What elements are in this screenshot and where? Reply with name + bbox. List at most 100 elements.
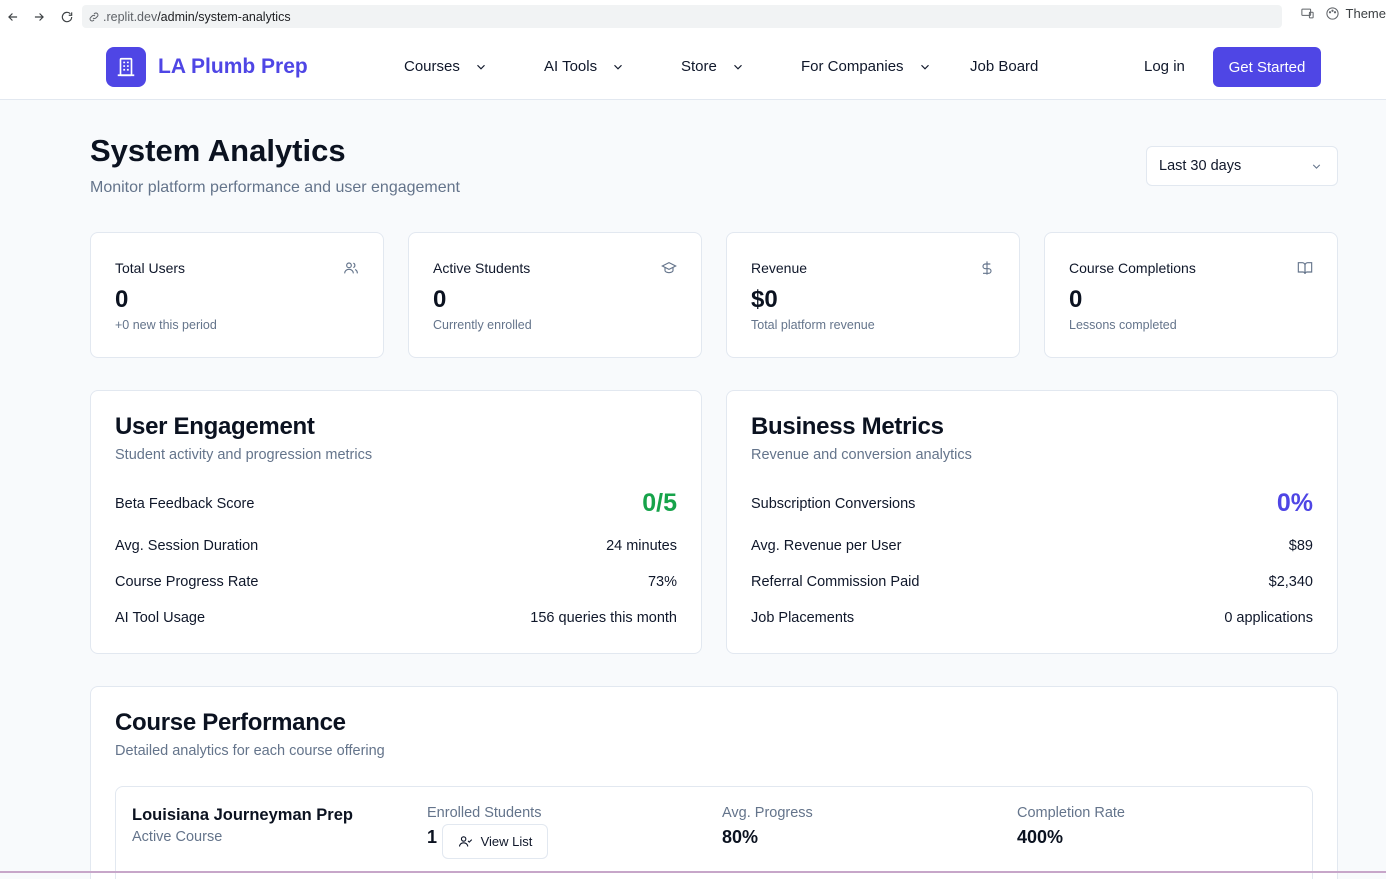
- nav-label: Store: [681, 58, 717, 75]
- nav-for-companies[interactable]: For Companies: [801, 58, 932, 75]
- url-path: /admin/system-analytics: [157, 9, 291, 24]
- avg-progress-value: 80%: [722, 827, 759, 847]
- course-name: Louisiana Journeyman Prep: [132, 806, 353, 824]
- metric-label: Subscription Conversions: [751, 495, 916, 512]
- chevron-down-icon: [733, 64, 742, 70]
- period-select[interactable]: Last 30 days: [1146, 146, 1338, 186]
- nav-label: For Companies: [801, 58, 904, 75]
- chevron-down-icon: [920, 64, 929, 70]
- stat-note: +0 new this period: [115, 318, 217, 332]
- browser-toolbar: .replit.dev/admin/system-analytics Theme: [0, 0, 1386, 34]
- window-edge: [0, 871, 1386, 873]
- stat-value: $0: [751, 286, 778, 313]
- panel-title: Course Performance: [115, 709, 346, 736]
- page-subtitle: Monitor platform performance and user en…: [90, 179, 460, 196]
- stat-label: Course Completions: [1069, 260, 1196, 276]
- back-arrow-icon[interactable]: [2, 6, 24, 28]
- panel-subtitle: Detailed analytics for each course offer…: [115, 743, 385, 759]
- period-value: Last 30 days: [1159, 158, 1242, 174]
- column-header-avg-progress: Avg. Progress: [722, 805, 813, 821]
- enrolled-count: 1: [427, 827, 438, 847]
- user-check-icon: [458, 836, 472, 847]
- nav-label: AI Tools: [544, 58, 598, 75]
- stat-value: 0: [1069, 286, 1083, 313]
- view-list-label: View List: [480, 834, 533, 849]
- devices-icon[interactable]: [1300, 6, 1315, 21]
- metric-row: Avg. Revenue per User $89: [751, 538, 1313, 554]
- stat-label: Active Students: [433, 260, 531, 276]
- stat-card-course-completions: Course Completions 0 Lessons completed: [1044, 232, 1338, 358]
- view-list-button[interactable]: View List: [442, 824, 548, 859]
- nav-store[interactable]: Store: [681, 58, 745, 75]
- nav-ai-tools[interactable]: AI Tools: [544, 58, 625, 75]
- course-row: Louisiana Journeyman Prep Active Course …: [115, 786, 1313, 879]
- site-header: LA Plumb Prep Courses AI Tools Store For…: [0, 34, 1386, 100]
- metric-row: Subscription Conversions 0%: [751, 489, 1313, 518]
- metric-value: 0/5: [642, 489, 677, 517]
- metric-label: Course Progress Rate: [115, 574, 259, 590]
- metric-value: 0%: [1276, 489, 1313, 517]
- metric-label: Beta Feedback Score: [115, 495, 255, 512]
- brand-name: LA Plumb Prep: [158, 55, 308, 78]
- metric-value: $89: [1288, 538, 1313, 554]
- stat-card-total-users: Total Users 0 +0 new this period: [90, 232, 384, 358]
- metric-value: 24 minutes: [606, 538, 677, 554]
- metric-value: 0 applications: [1224, 610, 1313, 626]
- link-icon: [89, 12, 99, 21]
- business-metrics-panel: Business Metrics Revenue and conversion …: [726, 390, 1338, 654]
- page-title: System Analytics: [90, 133, 346, 168]
- graduation-cap-icon: [661, 260, 677, 276]
- user-engagement-panel: User Engagement Student activity and pro…: [90, 390, 702, 654]
- brand-logo[interactable]: LA Plumb Prep: [106, 47, 308, 87]
- nav-label: Job Board: [970, 58, 1039, 75]
- stat-note: Lessons completed: [1069, 318, 1177, 332]
- nav-job-board[interactable]: Job Board: [970, 58, 1038, 75]
- theme-button[interactable]: Theme: [1325, 6, 1386, 21]
- metric-row: Job Placements 0 applications: [751, 610, 1313, 626]
- panel-title: User Engagement: [115, 413, 315, 440]
- stat-value: 0: [433, 286, 447, 313]
- users-icon: [343, 260, 359, 276]
- address-bar[interactable]: .replit.dev/admin/system-analytics: [82, 5, 1282, 28]
- reload-icon[interactable]: [56, 6, 78, 28]
- stat-value: 0: [115, 286, 129, 313]
- palette-icon: [1325, 7, 1339, 20]
- browser-extras: Theme: [1300, 6, 1386, 21]
- panel-subtitle: Student activity and progression metrics: [115, 447, 373, 463]
- metric-row: Course Progress Rate 73%: [115, 574, 677, 590]
- chevron-down-icon: [476, 64, 485, 70]
- metric-value: 73%: [647, 574, 677, 590]
- book-open-icon: [1297, 260, 1313, 276]
- metric-row: AI Tool Usage 156 queries this month: [115, 610, 677, 626]
- get-started-button[interactable]: Get Started: [1213, 47, 1321, 87]
- chevron-down-icon: [1312, 163, 1321, 169]
- url-host: .replit.dev: [103, 9, 158, 24]
- stat-card-active-students: Active Students 0 Currently enrolled: [408, 232, 702, 358]
- completion-rate-value: 400%: [1017, 827, 1064, 847]
- stat-note: Total platform revenue: [751, 318, 875, 332]
- building-icon: [106, 47, 146, 87]
- metric-label: Avg. Revenue per User: [751, 538, 902, 554]
- stat-label: Total Users: [115, 260, 186, 276]
- column-header-completion-rate: Completion Rate: [1017, 805, 1125, 821]
- course-status: Active Course: [132, 829, 223, 845]
- column-header-enrolled: Enrolled Students: [427, 805, 542, 821]
- stat-note: Currently enrolled: [433, 318, 532, 332]
- course-performance-panel: Course Performance Detailed analytics fo…: [90, 686, 1338, 879]
- metric-label: Avg. Session Duration: [115, 538, 259, 554]
- theme-label: Theme: [1345, 6, 1386, 21]
- panel-subtitle: Revenue and conversion analytics: [751, 447, 972, 463]
- metric-value: $2,340: [1268, 574, 1313, 590]
- metric-row: Referral Commission Paid $2,340: [751, 574, 1313, 590]
- metric-value: 156 queries this month: [530, 610, 677, 626]
- metric-label: Referral Commission Paid: [751, 574, 920, 590]
- nav-label: Courses: [404, 58, 460, 75]
- metric-row: Avg. Session Duration 24 minutes: [115, 538, 677, 554]
- login-link[interactable]: Log in: [1144, 58, 1185, 75]
- metric-label: Job Placements: [751, 610, 855, 626]
- dollar-icon: [979, 260, 995, 276]
- panel-title: Business Metrics: [751, 413, 944, 440]
- stat-label: Revenue: [751, 260, 808, 276]
- nav-courses[interactable]: Courses: [404, 58, 488, 75]
- forward-arrow-icon[interactable]: [28, 6, 50, 28]
